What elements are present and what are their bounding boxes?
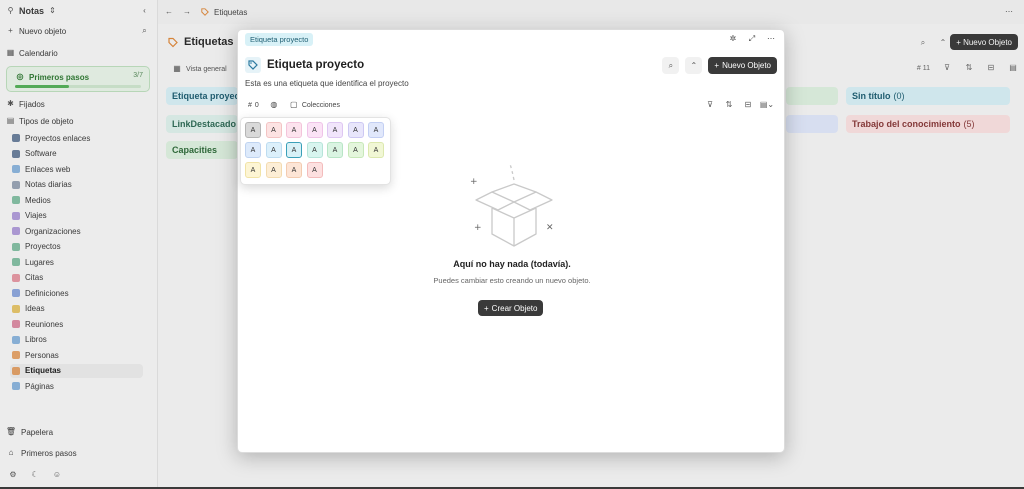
- new-object-label: Nuevo Objeto: [722, 61, 771, 70]
- svg-text:+: +: [474, 223, 482, 233]
- color-swatch[interactable]: A: [265, 162, 282, 178]
- color-swatch[interactable]: A: [286, 142, 302, 158]
- color-swatch[interactable]: A: [245, 142, 261, 158]
- modal-title-text[interactable]: Etiqueta proyecto: [267, 59, 364, 71]
- color-swatch[interactable]: A: [368, 122, 384, 138]
- color-swatch[interactable]: A: [327, 122, 343, 138]
- collections-label: Colecciones: [301, 101, 340, 109]
- color-swatch[interactable]: A: [265, 122, 282, 138]
- color-swatch[interactable]: A: [245, 122, 261, 138]
- hash-count[interactable]: # 0: [248, 102, 259, 109]
- color-swatch[interactable]: A: [347, 122, 364, 138]
- tag-icon[interactable]: [245, 57, 261, 73]
- object-modal: Etiqueta proyecto ✲ ⤢ ⋯ Etiqueta proyect…: [237, 29, 785, 453]
- color-swatch[interactable]: A: [306, 122, 323, 138]
- modal-description[interactable]: Esta es una etiqueta que identifica el p…: [245, 79, 409, 88]
- modal-actions: ⌕ ⌃ + Nuevo Objeto: [662, 57, 777, 74]
- modal-toolbar: # 0 ◍ ▢ Colecciones: [248, 100, 340, 110]
- plus-icon: +: [714, 61, 720, 70]
- layout-icon[interactable]: ⊟: [743, 100, 753, 110]
- search-icon[interactable]: ⌕: [662, 57, 680, 74]
- hash-count-value: 0: [254, 101, 259, 109]
- color-swatch[interactable]: A: [306, 142, 323, 158]
- color-swatch[interactable]: A: [265, 142, 282, 158]
- empty-state-title: Aquí no hay nada (todavía).: [453, 259, 571, 269]
- modal-tag-pill[interactable]: Etiqueta proyecto: [245, 33, 314, 46]
- filter-icon[interactable]: ⊽: [705, 100, 715, 110]
- color-swatch[interactable]: A: [368, 142, 384, 158]
- color-swatch[interactable]: A: [245, 162, 261, 178]
- palette-icon[interactable]: ◍: [269, 100, 279, 110]
- empty-box-illustration: + + ✕: [468, 160, 560, 252]
- color-swatch[interactable]: A: [306, 162, 323, 178]
- svg-text:✕: ✕: [546, 223, 554, 233]
- pin-window-icon[interactable]: ✲: [728, 34, 738, 44]
- more-options-icon[interactable]: ⋯: [766, 34, 776, 44]
- modal-window-tools: ✲ ⤢ ⋯: [728, 34, 776, 44]
- chevron-up-icon[interactable]: ⌃: [685, 57, 703, 74]
- create-object-button[interactable]: + Crear Objeto: [478, 300, 544, 316]
- plus-icon: +: [484, 303, 489, 313]
- collections-button[interactable]: ▢ Colecciones: [289, 100, 340, 110]
- view-options-icon[interactable]: ▤⌄: [760, 100, 774, 110]
- create-object-label: Crear Objeto: [491, 303, 538, 313]
- color-swatch[interactable]: A: [327, 142, 343, 158]
- collection-icon: ▢: [290, 100, 298, 109]
- color-swatch[interactable]: A: [286, 122, 302, 138]
- modal-title: Etiqueta proyecto: [245, 57, 364, 73]
- expand-icon[interactable]: ⤢: [747, 34, 757, 44]
- svg-text:+: +: [470, 177, 478, 187]
- color-swatch[interactable]: A: [347, 142, 364, 158]
- color-swatch[interactable]: A: [286, 162, 302, 178]
- hash-icon: #: [248, 101, 252, 109]
- empty-state-subtitle: Puedes cambiar esto creando un nuevo obj…: [433, 276, 591, 285]
- color-palette-popover: AAAAAAAAAAAAAAAAAA: [240, 117, 391, 185]
- modal-view-tools: ⊽ ⇅ ⊟ ▤⌄: [705, 100, 774, 110]
- new-object-button[interactable]: + Nuevo Objeto: [708, 57, 777, 74]
- sort-icon[interactable]: ⇅: [724, 100, 734, 110]
